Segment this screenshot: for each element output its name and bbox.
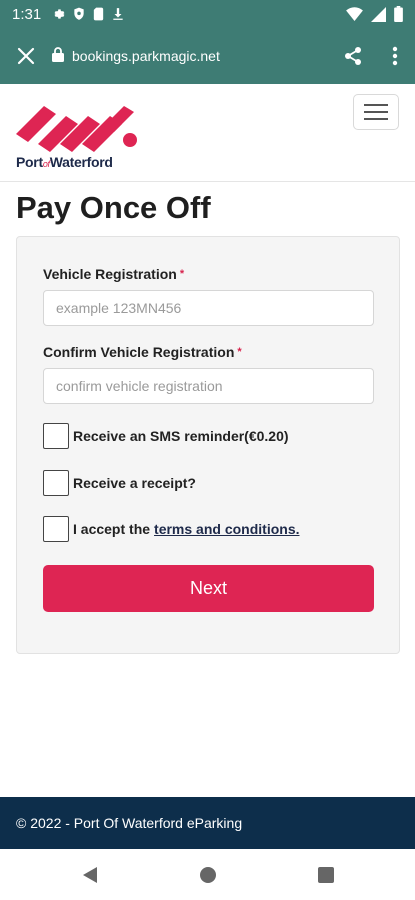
shield-icon [73,7,85,21]
download-icon [112,7,124,21]
terms-row: I accept the terms and conditions. [43,516,300,542]
status-bar: 1:31 [0,0,415,28]
terms-and-conditions-link[interactable]: terms and conditions. [154,521,299,537]
status-time: 1:31 [12,5,42,23]
receipt-checkbox[interactable] [43,470,69,496]
browser-toolbar: bookings.parkmagic.net [0,28,415,84]
wifi-icon [346,7,363,21]
payment-form-card: Vehicle Registration* Confirm Vehicle Re… [16,236,400,654]
next-button[interactable]: Next [43,565,374,612]
vehicle-registration-label: Vehicle Registration * [43,266,184,282]
receipt-label: Receive a receipt? [73,475,196,491]
site-footer: © 2022 - Port Of Waterford eParking [0,797,415,849]
address-bar[interactable]: bookings.parkmagic.net [52,47,331,65]
sms-reminder-label: Receive an SMS reminder(€0.20) [73,428,289,444]
gear-icon [51,7,65,21]
close-icon[interactable] [0,28,52,84]
signal-icon [371,6,386,22]
back-icon[interactable] [76,861,104,889]
status-icons-right [346,6,403,22]
hamburger-icon[interactable] [353,94,399,130]
sms-reminder-checkbox[interactable] [43,423,69,449]
recents-icon[interactable] [312,861,340,889]
terms-checkbox[interactable] [43,516,69,542]
confirm-vehicle-registration-label-text: Confirm Vehicle Registration [43,344,235,360]
receipt-row: Receive a receipt? [43,470,196,496]
system-nav-bar [0,849,415,900]
logo-text-port: Port [16,154,43,170]
lock-icon [52,47,64,65]
share-icon[interactable] [331,28,375,84]
required-marker: * [237,346,242,358]
confirm-vehicle-registration-label: Confirm Vehicle Registration * [43,344,242,360]
required-marker: * [179,268,185,280]
battery-icon [394,6,403,22]
vehicle-registration-input[interactable] [43,290,374,326]
page-title: Pay Once Off [16,190,211,225]
terms-prefix-label: I accept the [73,521,151,537]
status-icons-left [51,7,124,21]
footer-copyright: © 2022 - Port Of Waterford eParking [16,815,243,831]
logo-text-of: of [42,159,50,169]
sms-reminder-row: Receive an SMS reminder(€0.20) [43,423,289,449]
logo-text: PortofWaterford [16,154,113,170]
more-vert-icon[interactable] [375,28,415,84]
vehicle-registration-label-text: Vehicle Registration [43,266,177,282]
logo-mark-icon [16,106,137,152]
sim-card-icon [93,7,104,21]
site-header: PortofWaterford [0,84,415,182]
url-text: bookings.parkmagic.net [72,48,220,64]
logo-text-waterford: Waterford [49,154,113,170]
home-icon[interactable] [194,861,222,889]
port-of-waterford-logo[interactable]: PortofWaterford [16,102,146,174]
confirm-vehicle-registration-input[interactable] [43,368,374,404]
